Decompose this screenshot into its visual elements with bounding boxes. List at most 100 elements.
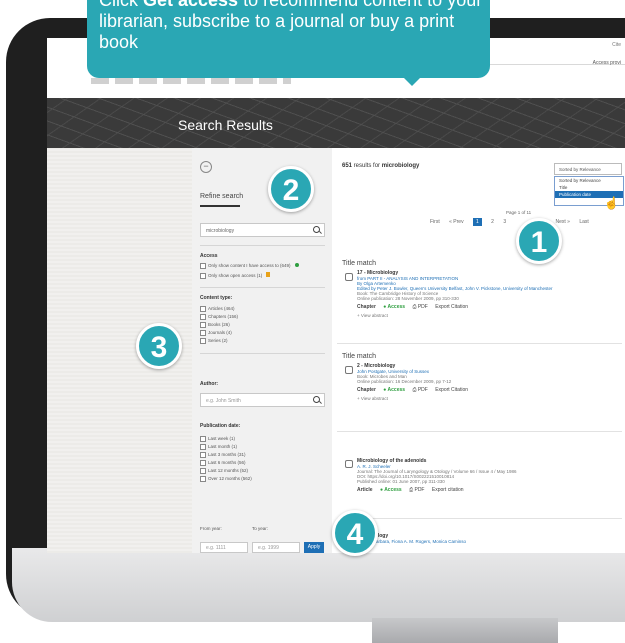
result-actions: Article ● Access ⎙ PDF Export citation	[357, 487, 617, 493]
divider	[200, 287, 325, 288]
content-type-option[interactable]: Journals (4)	[200, 329, 325, 337]
access-filter-list: Only show content I have access to (649)…	[200, 262, 325, 280]
from-year-input[interactable]: e.g. 1111	[200, 542, 248, 553]
access-icon	[294, 263, 299, 267]
author-input-placeholder: e.g. John Smith	[206, 398, 241, 404]
open-access-icon	[266, 272, 271, 277]
date-option[interactable]: Over 12 months (562)	[200, 475, 325, 483]
match-heading: Title match	[342, 260, 376, 267]
pager-first[interactable]: First	[430, 219, 440, 225]
pagination: First « Prev 1 2 3 Next » Last	[430, 218, 597, 226]
access-provider-link[interactable]: Access provi	[593, 60, 621, 66]
search-icon[interactable]	[313, 396, 320, 403]
select-checkbox[interactable]	[345, 273, 353, 281]
page-banner: Search Results	[47, 98, 625, 148]
export-citation-link[interactable]: Export citation	[432, 487, 464, 493]
step-badge-4: 4	[332, 510, 378, 556]
step-badge-3: 3	[136, 323, 182, 369]
sub-navigation[interactable]	[91, 78, 291, 84]
result-online-date: Published online: 01 June 2007, pp 311-3…	[357, 479, 445, 484]
pager-page[interactable]: 3	[503, 219, 506, 225]
view-abstract-link[interactable]: + View abstract	[357, 313, 617, 318]
sort-option[interactable]: Sorted by Relevance	[555, 177, 623, 184]
search-icon[interactable]	[313, 226, 320, 233]
date-option[interactable]: Last month (1)	[200, 443, 325, 451]
page-title: Search Results	[178, 117, 273, 133]
pdf-link[interactable]: ⎙ PDF	[412, 387, 427, 393]
sort-select[interactable]: Sorted by Relevance	[554, 163, 622, 175]
result-item: 17 - Microbiology from PART II - ANALYSI…	[357, 270, 617, 318]
checkbox[interactable]	[200, 337, 206, 344]
pager-last[interactable]: Last	[579, 219, 588, 225]
access-option[interactable]: Only show content I have access to (649)	[200, 262, 325, 270]
date-option[interactable]: Last 6 months (56)	[200, 459, 325, 467]
result-online-date: Online publication: 28 November 2009, pp…	[357, 296, 459, 301]
pointer-cursor-icon: ☝	[604, 196, 619, 210]
checkbox[interactable]	[200, 305, 206, 312]
result-type: Chapter	[357, 304, 376, 310]
from-year-label: From year:	[200, 526, 222, 531]
date-option[interactable]: Last 12 months (52)	[200, 467, 325, 475]
sort-option[interactable]: Title	[555, 184, 623, 191]
access-link[interactable]: ● Access	[380, 487, 402, 493]
date-option[interactable]: Last 3 months (31)	[200, 451, 325, 459]
access-option[interactable]: Only show open access (1)	[200, 272, 325, 280]
select-checkbox[interactable]	[345, 460, 353, 468]
pdf-link[interactable]: ⎙ PDF	[409, 487, 424, 493]
to-year-label: To year:	[252, 526, 269, 531]
result-type: Chapter	[357, 387, 376, 393]
divider	[200, 353, 325, 354]
checkbox[interactable]	[200, 467, 206, 474]
date-option[interactable]: Last week (1)	[200, 435, 325, 443]
result-actions: Chapter ● Access ⎙ PDF Export Citation	[357, 304, 617, 310]
results-count: 651 results for microbiology	[342, 163, 420, 169]
search-input-value: microbiology	[206, 228, 235, 234]
divider	[337, 343, 622, 344]
publication-date-list: Last week (1) Last month (1) Last 3 mont…	[200, 435, 325, 483]
export-citation-link[interactable]: Export Citation	[435, 387, 468, 393]
result-item: 2 - Microbiology John Postgate, Universi…	[357, 363, 617, 401]
content-type-option[interactable]: Articles (464)	[200, 305, 325, 313]
content-type-option[interactable]: Series (2)	[200, 337, 325, 345]
access-link[interactable]: ● Access	[383, 304, 405, 310]
banner-pattern	[47, 98, 625, 148]
pager-page[interactable]: 2	[491, 219, 494, 225]
checkbox[interactable]	[200, 459, 206, 466]
pager-next[interactable]: Next »	[555, 219, 569, 225]
checkbox[interactable]	[200, 313, 206, 320]
select-checkbox[interactable]	[345, 366, 353, 374]
content-type-title: Content type:	[200, 295, 233, 301]
pdf-link[interactable]: ⎙ PDF	[412, 304, 427, 310]
apply-year-button[interactable]: Apply	[304, 542, 324, 553]
instruction-callout: Click Get access to recommend content to…	[87, 0, 490, 78]
checkbox[interactable]	[200, 475, 206, 482]
refine-sidebar: − Refine search microbiology Access Only…	[192, 148, 333, 553]
monitor-stand	[372, 618, 558, 643]
checkbox[interactable]	[200, 262, 206, 269]
result-author[interactable]: A. R. J. Barbara, Fiona A. M. Rogers, Mo…	[357, 539, 617, 544]
checkbox[interactable]	[200, 329, 206, 336]
divider	[200, 245, 325, 246]
author-input[interactable]: e.g. John Smith	[200, 393, 325, 407]
checkbox[interactable]	[200, 451, 206, 458]
checkbox[interactable]	[200, 321, 206, 328]
collapse-icon[interactable]: −	[200, 161, 212, 173]
page-indicator: Page 1 of 11	[506, 210, 532, 215]
tab-underline	[200, 205, 240, 207]
pager-prev[interactable]: « Prev	[449, 219, 463, 225]
checkbox[interactable]	[200, 272, 206, 279]
export-citation-link[interactable]: Export Citation	[435, 304, 468, 310]
to-year-input[interactable]: e.g. 1999	[252, 542, 300, 553]
content-type-option[interactable]: Books (26)	[200, 321, 325, 329]
pager-page[interactable]: 1	[472, 218, 482, 226]
access-link[interactable]: ● Access	[383, 387, 405, 393]
author-filter-title: Author:	[200, 381, 219, 387]
checkbox[interactable]	[200, 443, 206, 450]
view-abstract-link[interactable]: + View abstract	[357, 396, 617, 401]
nav-link[interactable]: Cite	[612, 42, 621, 48]
result-actions: Chapter ● Access ⎙ PDF Export Citation	[357, 387, 617, 393]
refine-search-input[interactable]: microbiology	[200, 223, 325, 237]
content-type-option[interactable]: Chapters (156)	[200, 313, 325, 321]
checkbox[interactable]	[200, 435, 206, 442]
results-panel: 651 results for microbiology Sorted by R…	[332, 148, 625, 553]
